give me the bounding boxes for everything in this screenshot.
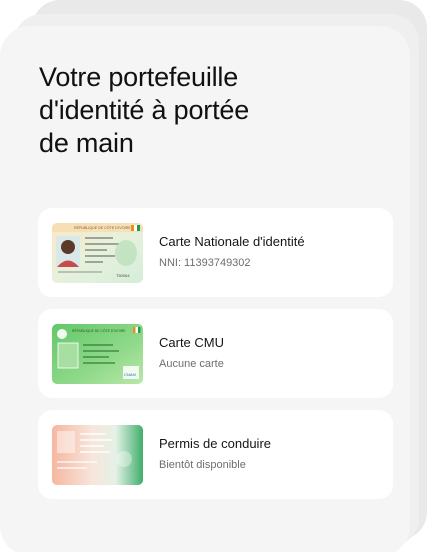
title-line-1: Votre portefeuille (39, 62, 239, 92)
title-line-2: d'identité à portée (39, 95, 250, 125)
page-title: Votre portefeuille d'identité à portée d… (39, 61, 339, 160)
driving-license-item[interactable]: Permis de conduire Bientôt disponible (38, 410, 393, 499)
document-name: Carte CMU (159, 335, 225, 350)
driving-license-icon (52, 425, 143, 485)
national-id-card-icon: RÉPUBLIQUE DE CÔTE D'IVOIRE T50064 (52, 223, 143, 283)
document-name: Carte Nationale d'identité (159, 234, 305, 249)
cmu-card-header-text: RÉPUBLIQUE DE CÔTE D'IVOIRE (72, 328, 126, 333)
id-card-header-text: RÉPUBLIQUE DE CÔTE D'IVOIRE (74, 225, 131, 230)
cmu-card-item[interactable]: RÉPUBLIQUE DE CÔTE D'IVOIRE CNAM Carte C… (38, 309, 393, 398)
cmu-card-icon: RÉPUBLIQUE DE CÔTE D'IVOIRE CNAM (52, 324, 143, 384)
document-subtitle: Aucune carte (159, 358, 224, 370)
document-subtitle: NNI: 11393749302 (159, 257, 251, 269)
document-subtitle: Bientôt disponible (159, 459, 246, 471)
document-name: Permis de conduire (159, 436, 271, 451)
national-id-card-item[interactable]: RÉPUBLIQUE DE CÔTE D'IVOIRE T50064 Carte… (38, 208, 393, 297)
id-card-code-text: T50064 (116, 273, 130, 278)
cnam-logo-text: CNAM (124, 372, 136, 377)
onboarding-screen: Votre portefeuille d'identité à portée d… (0, 0, 427, 552)
title-line-3: de main (39, 128, 134, 158)
